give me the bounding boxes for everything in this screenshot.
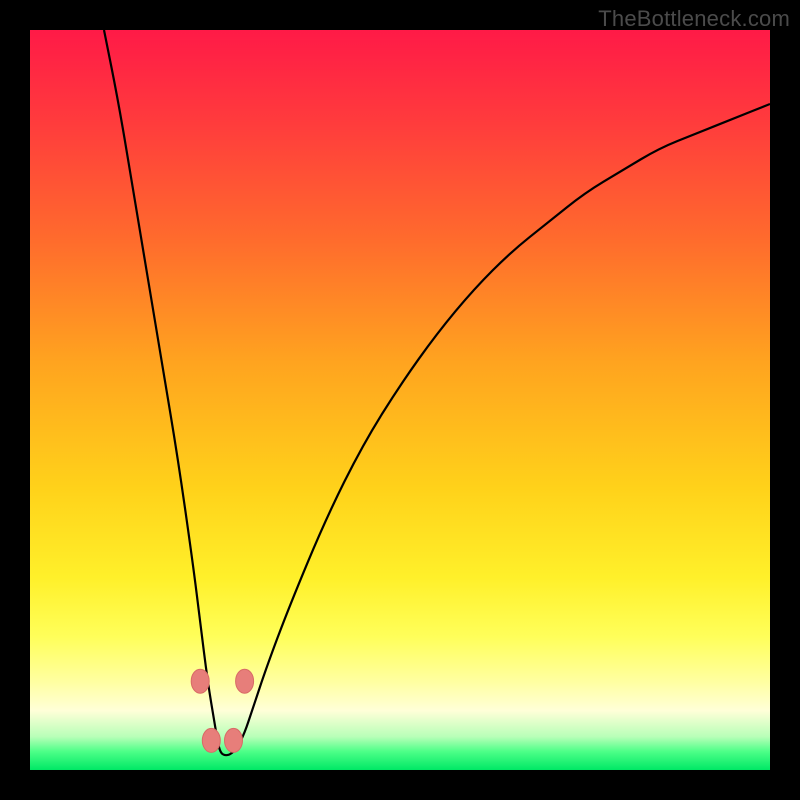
plot-area [30, 30, 770, 770]
curve-marker [202, 728, 220, 752]
curve-layer [30, 30, 770, 770]
bottleneck-curve [104, 30, 770, 755]
outer-frame: TheBottleneck.com [0, 0, 800, 800]
curve-marker [225, 728, 243, 752]
curve-markers [191, 669, 253, 752]
curve-marker [236, 669, 254, 693]
watermark-text: TheBottleneck.com [598, 6, 790, 32]
curve-marker [191, 669, 209, 693]
